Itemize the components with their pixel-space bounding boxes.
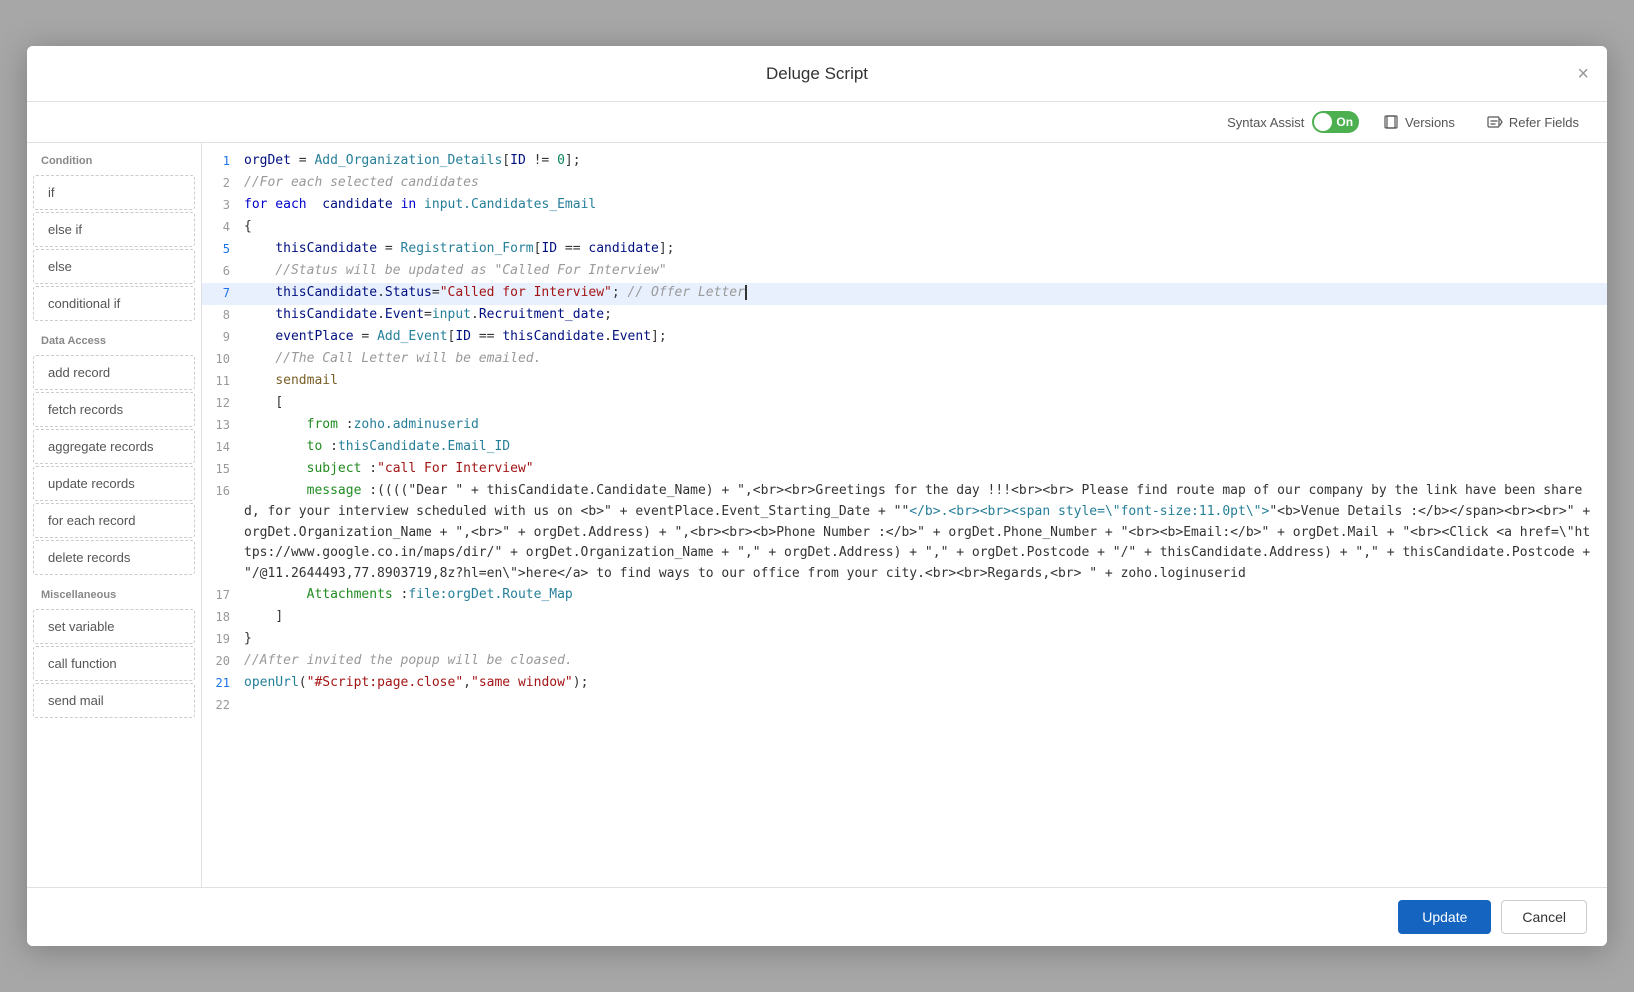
code-line-5: 5 thisCandidate = Registration_Form[ID =… — [202, 239, 1607, 261]
section-title-miscellaneous: Miscellaneous — [27, 577, 201, 607]
refer-fields-icon — [1487, 114, 1503, 130]
sidebar-item-if[interactable]: if — [33, 175, 195, 210]
code-line-21: 21 openUrl("#Script:page.close","same wi… — [202, 673, 1607, 695]
sidebar-item-set-variable[interactable]: set variable — [33, 609, 195, 644]
sidebar-item-delete-records[interactable]: delete records — [33, 540, 195, 575]
sidebar-item-call-function[interactable]: call function — [33, 646, 195, 681]
code-line-7: 7 thisCandidate.Status="Called for Inter… — [202, 283, 1607, 305]
section-title-condition: Condition — [27, 143, 201, 173]
code-line-15: 15 subject :"call For Interview" — [202, 459, 1607, 481]
code-line-19: 19 } — [202, 629, 1607, 651]
code-line-18: 18 ] — [202, 607, 1607, 629]
section-title-data-access: Data Access — [27, 323, 201, 353]
modal-footer: Update Cancel — [27, 887, 1607, 946]
refer-fields-button[interactable]: Refer Fields — [1479, 110, 1587, 134]
modal-title: Deluge Script — [766, 64, 868, 84]
update-button[interactable]: Update — [1398, 900, 1491, 934]
code-line-1: 1 orgDet = Add_Organization_Details[ID !… — [202, 151, 1607, 173]
versions-icon — [1383, 114, 1399, 130]
code-line-16: 16 message :(((("Dear " + thisCandidate.… — [202, 481, 1607, 585]
sidebar-item-aggregate-records[interactable]: aggregate records — [33, 429, 195, 464]
code-editor[interactable]: 1 orgDet = Add_Organization_Details[ID !… — [202, 143, 1607, 887]
versions-label: Versions — [1405, 115, 1455, 130]
modal-header: Deluge Script × — [27, 46, 1607, 102]
sidebar-section-data-access: Data Access add record fetch records agg… — [27, 323, 201, 575]
versions-button[interactable]: Versions — [1375, 110, 1463, 134]
code-line-17: 17 Attachments :file:orgDet.Route_Map — [202, 585, 1607, 607]
code-line-13: 13 from :zoho.adminuserid — [202, 415, 1607, 437]
code-line-14: 14 to :thisCandidate.Email_ID — [202, 437, 1607, 459]
code-line-9: 9 eventPlace = Add_Event[ID == thisCandi… — [202, 327, 1607, 349]
sidebar-item-else-if[interactable]: else if — [33, 212, 195, 247]
toggle-label: On — [1336, 115, 1353, 129]
code-line-20: 20 //After invited the popup will be clo… — [202, 651, 1607, 673]
editor-area[interactable]: 1 orgDet = Add_Organization_Details[ID !… — [202, 143, 1607, 887]
sidebar-section-condition: Condition if else if else conditional if — [27, 143, 201, 321]
modal-overlay: Deluge Script × Syntax Assist On Version… — [0, 0, 1634, 992]
modal-toolbar: Syntax Assist On Versions — [27, 102, 1607, 143]
deluge-script-modal: Deluge Script × Syntax Assist On Version… — [27, 46, 1607, 946]
sidebar-item-update-records[interactable]: update records — [33, 466, 195, 501]
sidebar-item-else[interactable]: else — [33, 249, 195, 284]
cancel-button[interactable]: Cancel — [1501, 900, 1587, 934]
sidebar-item-conditional-if[interactable]: conditional if — [33, 286, 195, 321]
sidebar-item-fetch-records[interactable]: fetch records — [33, 392, 195, 427]
code-line-11: 11 sendmail — [202, 371, 1607, 393]
code-line-4: 4 { — [202, 217, 1607, 239]
sidebar-item-send-mail[interactable]: send mail — [33, 683, 195, 718]
code-line-12: 12 [ — [202, 393, 1607, 415]
syntax-assist-toggle[interactable]: On — [1312, 111, 1359, 133]
code-line-6: 6 //Status will be updated as "Called Fo… — [202, 261, 1607, 283]
code-line-8: 8 thisCandidate.Event=input.Recruitment_… — [202, 305, 1607, 327]
sidebar-item-for-each-record[interactable]: for each record — [33, 503, 195, 538]
sidebar-item-add-record[interactable]: add record — [33, 355, 195, 390]
close-button[interactable]: × — [1577, 64, 1589, 84]
code-line-10: 10 //The Call Letter will be emailed. — [202, 349, 1607, 371]
code-line-3: 3 for each candidate in input.Candidates… — [202, 195, 1607, 217]
sidebar-section-miscellaneous: Miscellaneous set variable call function… — [27, 577, 201, 718]
modal-body: Condition if else if else conditional if… — [27, 143, 1607, 887]
sidebar: Condition if else if else conditional if… — [27, 143, 202, 887]
code-line-2: 2 //For each selected candidates — [202, 173, 1607, 195]
code-line-22: 22 — [202, 695, 1607, 717]
toggle-circle — [1314, 113, 1332, 131]
syntax-assist-label: Syntax Assist — [1227, 115, 1304, 130]
syntax-assist-control: Syntax Assist On — [1227, 111, 1359, 133]
refer-fields-label: Refer Fields — [1509, 115, 1579, 130]
